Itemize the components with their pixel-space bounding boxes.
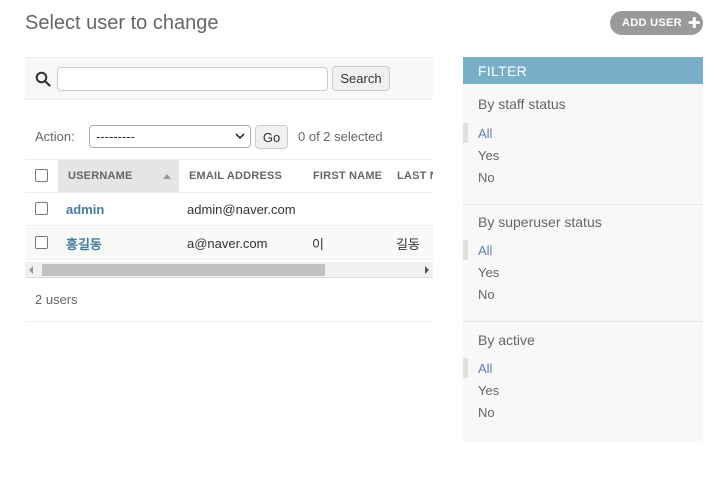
filter-option-all[interactable]: All	[478, 126, 492, 141]
go-button[interactable]: Go	[255, 125, 288, 149]
email-cell: admin@naver.com	[187, 202, 296, 217]
column-header-email[interactable]: EMAIL ADDRESS	[181, 160, 301, 192]
horizontal-scrollbar[interactable]	[25, 262, 433, 278]
column-header-label: EMAIL ADDRESS	[189, 170, 283, 182]
selected-indicator	[463, 358, 468, 378]
plus-icon: ✚	[687, 14, 701, 32]
results-table: USERNAME EMAIL ADDRESS FIRST NAME LAST N…	[25, 159, 433, 262]
column-header-label: USERNAME	[68, 170, 133, 182]
column-header-last-name[interactable]: LAST NAME	[389, 160, 433, 192]
search-toolbar: Search	[25, 57, 433, 100]
add-user-button[interactable]: ADD USER ✚	[610, 11, 703, 35]
filter-group-title: By active	[478, 332, 535, 348]
search-button[interactable]: Search	[332, 66, 390, 91]
filter-group-superuser-status: By superuser status All Yes No	[463, 205, 703, 322]
column-header-label: LAST NAME	[397, 170, 433, 182]
row-checkbox[interactable]	[35, 202, 48, 215]
filter-option-no[interactable]: No	[478, 170, 495, 185]
action-label: Action:	[35, 129, 75, 144]
search-icon	[35, 71, 51, 87]
action-select[interactable]: ---------	[89, 125, 251, 148]
column-header-username[interactable]: USERNAME	[58, 160, 179, 192]
filter-group-active: By active All Yes No	[463, 322, 703, 443]
filter-option-all[interactable]: All	[478, 243, 492, 258]
selected-count: 0 of 2 selected	[298, 129, 383, 144]
table-row: admin admin@naver.com	[25, 193, 433, 226]
scrollbar-thumb[interactable]	[42, 264, 325, 276]
filter-header: FILTER	[463, 57, 703, 84]
first-name-cell: 이	[312, 237, 324, 252]
filter-option-no[interactable]: No	[478, 405, 495, 420]
page-title: Select user to change	[25, 12, 219, 34]
filter-option-yes[interactable]: Yes	[478, 148, 499, 163]
row-checkbox[interactable]	[35, 236, 48, 249]
column-header-first-name[interactable]: FIRST NAME	[305, 160, 389, 192]
last-name-cell: 길동	[396, 237, 420, 252]
table-header: USERNAME EMAIL ADDRESS FIRST NAME LAST N…	[25, 160, 433, 193]
filter-option-all[interactable]: All	[478, 361, 492, 376]
paginator: 2 users	[25, 279, 433, 322]
filter-option-no[interactable]: No	[478, 287, 495, 302]
email-cell: a@naver.com	[187, 236, 268, 251]
filter-group-staff-status: By staff status All Yes No	[463, 84, 703, 205]
select-all-checkbox[interactable]	[35, 169, 48, 182]
filter-group-title: By superuser status	[478, 214, 602, 230]
username-link[interactable]: 홍길동	[66, 227, 102, 260]
search-input[interactable]	[57, 67, 328, 91]
add-user-label: ADD USER	[622, 17, 682, 29]
filter-option-yes[interactable]: Yes	[478, 383, 499, 398]
filter-panel: FILTER By staff status All Yes No By sup…	[463, 57, 703, 443]
scroll-left-arrow-icon[interactable]	[29, 266, 33, 274]
filter-group-title: By staff status	[478, 96, 566, 112]
selected-indicator	[463, 240, 468, 260]
column-header-label: FIRST NAME	[313, 170, 383, 182]
sort-ascending-icon[interactable]	[163, 174, 171, 179]
scroll-right-arrow-icon[interactable]	[425, 266, 429, 274]
result-count: 2 users	[35, 292, 78, 307]
selected-indicator	[463, 123, 468, 143]
action-select-value: ---------	[96, 129, 135, 144]
chevron-down-icon	[235, 129, 245, 146]
username-link[interactable]: admin	[66, 193, 104, 226]
filter-option-yes[interactable]: Yes	[478, 265, 499, 280]
table-row: 홍길동 a@naver.com 이 길동	[25, 227, 433, 260]
